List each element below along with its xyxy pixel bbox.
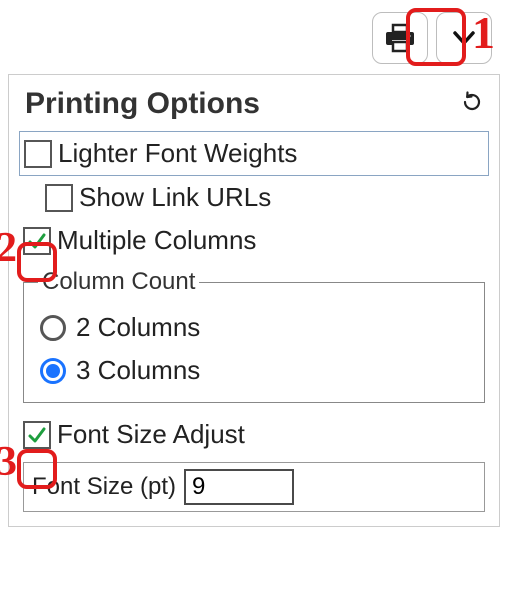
input-font-size[interactable] <box>184 469 294 505</box>
option-show-link-urls[interactable]: Show Link URLs <box>19 176 489 219</box>
option-lighter-font-weights[interactable]: Lighter Font Weights <box>19 131 489 176</box>
printer-icon <box>384 23 416 53</box>
label-2-columns: 2 Columns <box>76 312 200 343</box>
label-multiple-columns: Multiple Columns <box>57 225 256 256</box>
print-button[interactable] <box>372 12 428 64</box>
reset-button[interactable] <box>457 89 487 119</box>
toolbar <box>0 0 508 74</box>
radio-row-3-columns[interactable]: 3 Columns <box>38 349 474 392</box>
panel-title: Printing Options <box>25 87 260 121</box>
legend-column-count: Column Count <box>38 268 199 296</box>
printing-options-panel: Printing Options Lighter Font Weights Sh… <box>8 74 500 527</box>
label-show-link-urls: Show Link URLs <box>79 182 271 213</box>
label-font-size-adjust: Font Size Adjust <box>57 419 245 450</box>
label-3-columns: 3 Columns <box>76 355 200 386</box>
checkbox-show-link-urls[interactable] <box>45 184 73 212</box>
group-column-count: Column Count 2 Columns 3 Columns <box>23 268 485 403</box>
radio-2-columns[interactable] <box>40 315 66 341</box>
undo-icon <box>460 90 484 119</box>
checkbox-lighter-font-weights[interactable] <box>24 140 52 168</box>
option-font-size-adjust[interactable]: Font Size Adjust <box>19 413 489 456</box>
expand-button[interactable] <box>436 12 492 64</box>
chevron-down-icon <box>451 25 477 51</box>
checkbox-multiple-columns[interactable] <box>23 227 51 255</box>
option-multiple-columns[interactable]: Multiple Columns <box>19 219 489 262</box>
radio-row-2-columns[interactable]: 2 Columns <box>38 306 474 349</box>
radio-3-columns[interactable] <box>40 358 66 384</box>
label-lighter-font-weights: Lighter Font Weights <box>58 138 297 169</box>
panel-header: Printing Options <box>19 83 489 131</box>
label-font-size: Font Size (pt) <box>32 473 176 501</box>
font-size-row: Font Size (pt) <box>23 462 485 512</box>
checkbox-font-size-adjust[interactable] <box>23 421 51 449</box>
